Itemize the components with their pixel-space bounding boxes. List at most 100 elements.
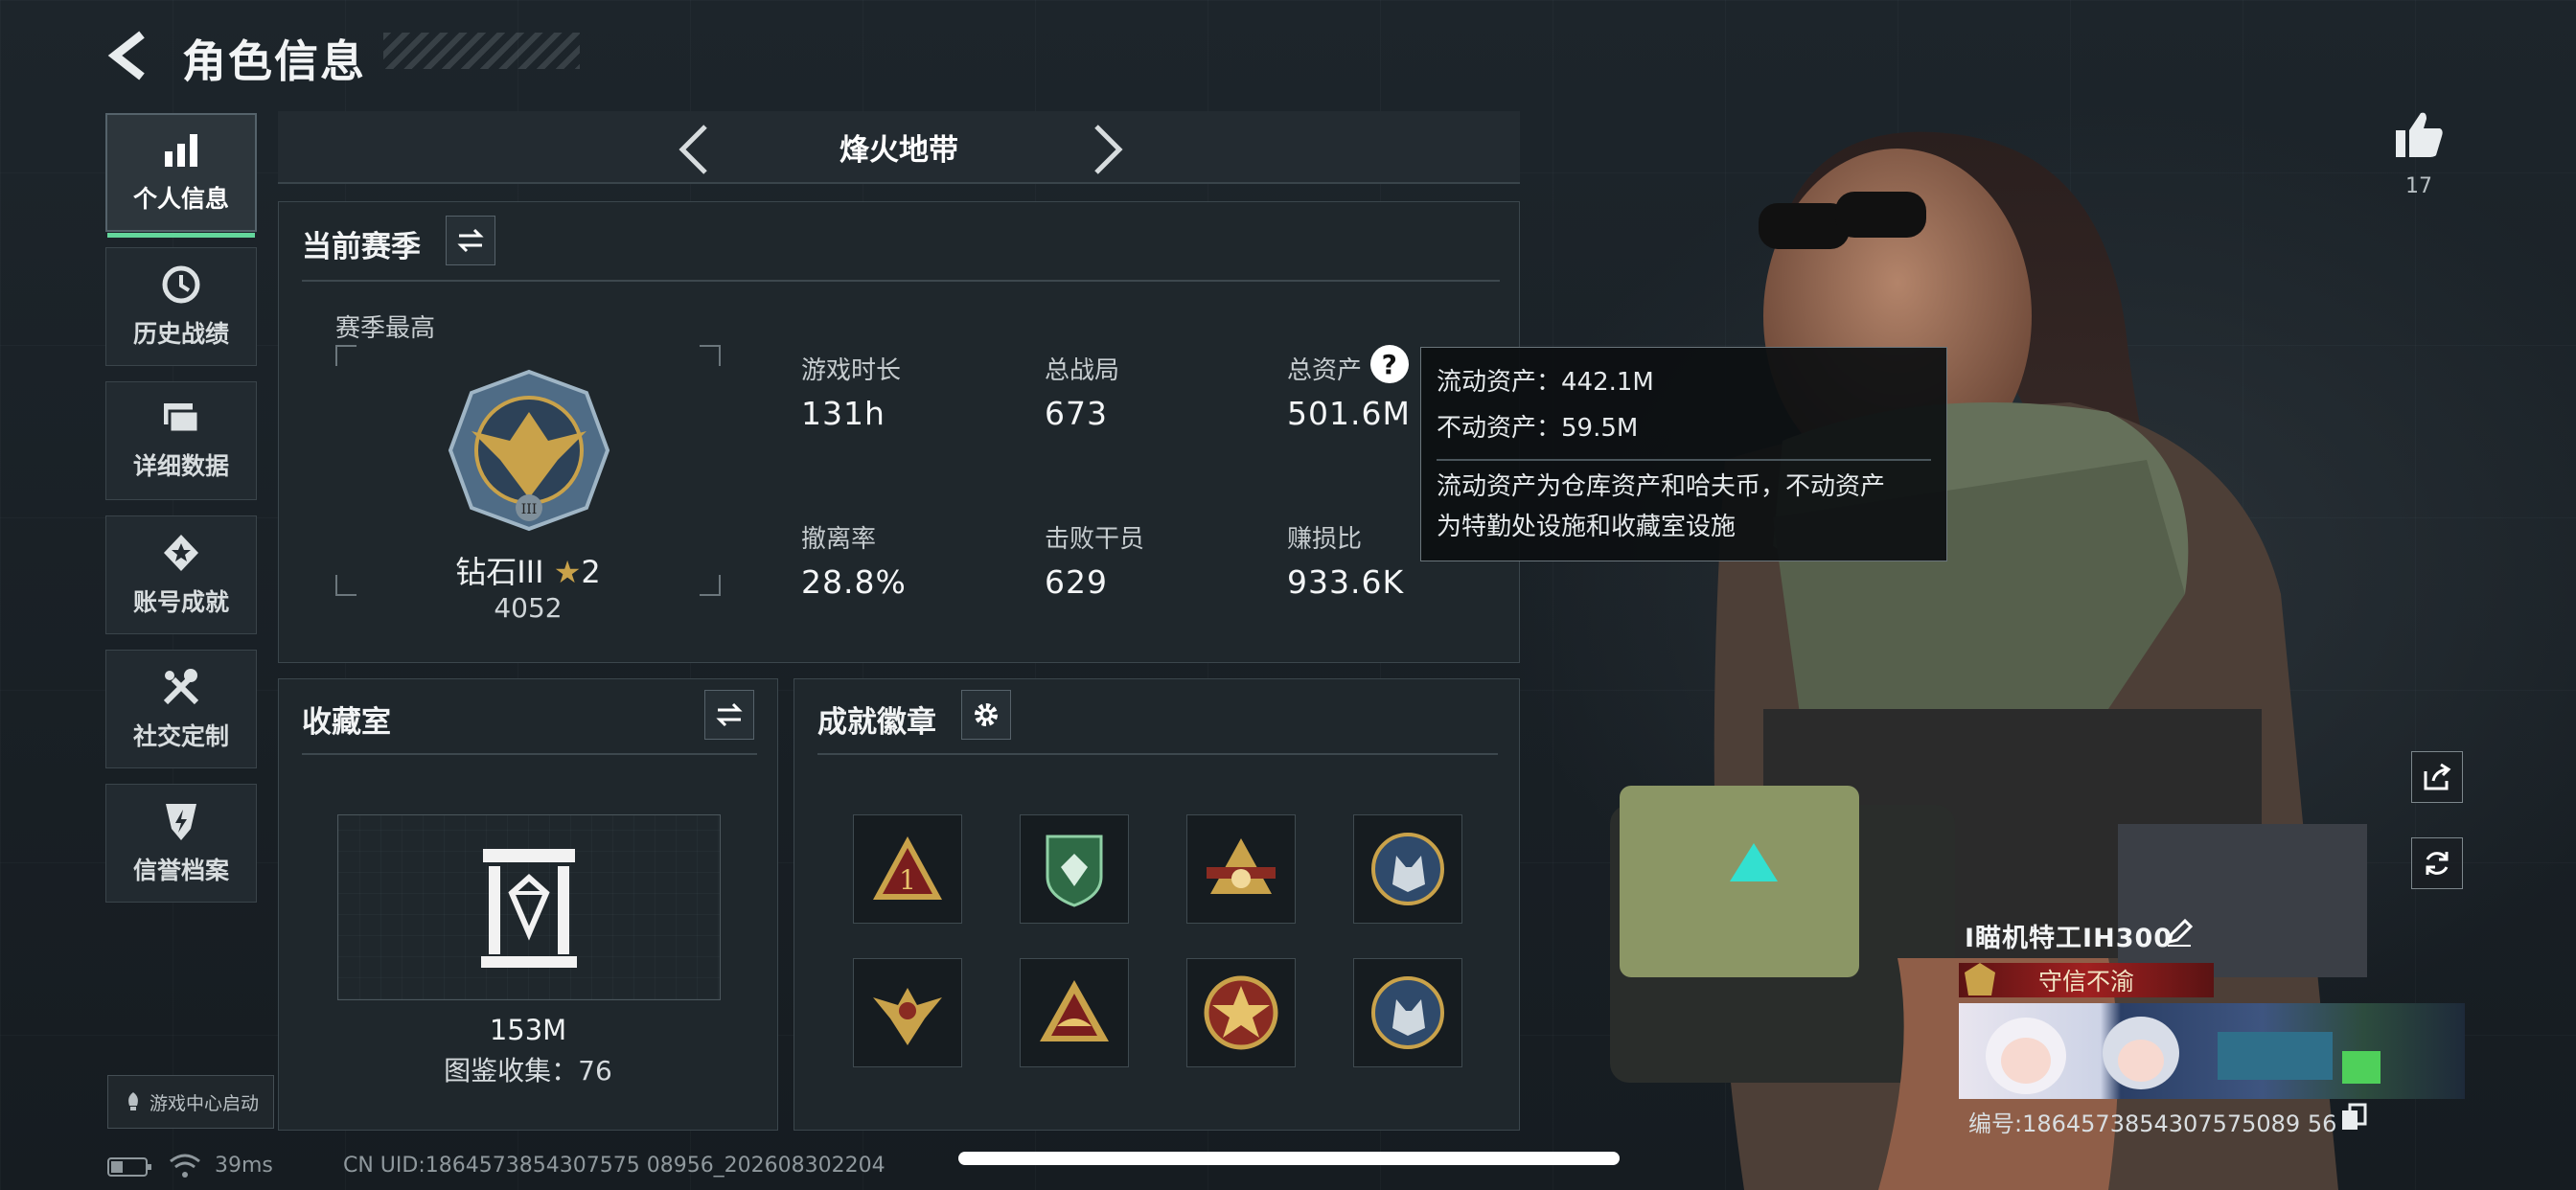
wolf-coin-badge-icon <box>1371 833 1444 905</box>
badge-4[interactable] <box>1353 814 1462 924</box>
player-id: 编号:1864573854307575089 56 <box>1968 1110 2337 1137</box>
player-namecard: I瞄机特工IH300 守信不渝 编号:1864573854307575089 5… <box>1955 915 2465 1137</box>
sidebar-item-achievements[interactable]: 账号成就 <box>105 515 257 634</box>
rocket-icon <box>128 1092 138 1110</box>
badge-6[interactable] <box>1020 958 1129 1067</box>
anime-characters-illustration <box>1986 1017 2380 1094</box>
green-shield-badge-icon <box>1046 835 1103 907</box>
copy-icon[interactable] <box>2340 1103 2367 1132</box>
rank-line: 钻石III ★2 <box>335 548 721 592</box>
badge-2[interactable] <box>1020 814 1129 924</box>
tools-icon <box>163 669 199 705</box>
diamond-rank-emblem: III <box>448 369 610 532</box>
active-indicator <box>107 233 255 238</box>
chevron-right-icon[interactable] <box>1083 121 1131 178</box>
rank-name: 钻石III <box>455 554 544 590</box>
season-title: 当前赛季 <box>302 230 421 264</box>
sidebar-item-label: 历史战绩 <box>132 320 229 348</box>
refresh-button[interactable] <box>2411 837 2463 889</box>
chevron-left-icon[interactable] <box>671 121 719 178</box>
divider <box>817 753 1498 755</box>
tooltip-note: 流动资产为仓库资产和哈夫币，不动资产 为特勤处设施和收藏室设施 <box>1437 459 1931 547</box>
clock-history-icon <box>162 265 200 304</box>
sidebar-item-label: 个人信息 <box>132 185 229 213</box>
sidebar-item-detail-data[interactable]: 详细数据 <box>105 381 257 500</box>
swap-icon <box>457 228 484 253</box>
svg-text:III: III <box>521 502 538 517</box>
asset-tooltip: 流动资产：442.1M 不动资产：59.5M 流动资产为仓库资产和哈夫币，不动资… <box>1420 347 1947 561</box>
tooltip-note-line: 为特勤处设施和收藏室设施 <box>1437 513 1736 541</box>
stat-label: 撤离率 <box>801 525 877 554</box>
collection-swap-button[interactable] <box>704 690 754 740</box>
swap-icon <box>716 702 743 727</box>
collection-value: 153M <box>489 1014 567 1046</box>
sidebar-item-history[interactable]: 历史战绩 <box>105 247 257 366</box>
stat-label: 击败干员 <box>1045 525 1145 554</box>
game-center-launch-button[interactable]: 游戏中心启动 <box>107 1075 274 1129</box>
sidebar-item-credit[interactable]: 信誉档案 <box>105 784 257 903</box>
achievements-title: 成就徽章 <box>817 705 936 740</box>
catalog-count: 图鉴收集：76 <box>444 1055 612 1087</box>
display-case-icon <box>481 849 577 968</box>
divider <box>302 753 757 755</box>
gear-icon <box>975 703 998 726</box>
share-button[interactable] <box>2411 751 2463 803</box>
namecard-banner-image <box>1959 1003 2465 1099</box>
badge-7[interactable] <box>1186 958 1296 1067</box>
eagle-crest-badge-icon <box>873 988 942 1045</box>
star-medal-badge-icon <box>1204 975 1278 1050</box>
wolf-coin-badge-icon <box>1371 976 1444 1049</box>
launch-label: 游戏中心启动 <box>149 1092 259 1114</box>
wifi-icon <box>170 1154 200 1178</box>
edit-pencil-icon[interactable] <box>2164 917 2195 948</box>
page-title: 角色信息 <box>182 35 366 87</box>
thumbs-up-icon[interactable] <box>2392 107 2446 161</box>
hat-triangle-badge-icon <box>1040 980 1109 1041</box>
stat-value: 673 <box>1045 395 1108 432</box>
pyramid-crest-badge-icon <box>1207 838 1276 894</box>
stat-label: 总资产 <box>1287 356 1363 385</box>
sidebar-item-label: 社交定制 <box>132 722 229 750</box>
title-decoration <box>383 33 580 69</box>
stat-value: 933.6K <box>1287 563 1405 601</box>
ping: 39ms <box>215 1154 273 1178</box>
badge-5[interactable] <box>853 958 962 1067</box>
stat-label: 总战局 <box>1045 356 1120 385</box>
season-swap-button[interactable] <box>446 216 495 265</box>
back-arrow-icon[interactable] <box>104 27 161 84</box>
svg-text:1: 1 <box>899 864 916 896</box>
medal-star-icon <box>164 535 198 571</box>
season-best-label: 赛季最高 <box>335 314 436 343</box>
stat-label: 赚损比 <box>1287 525 1363 554</box>
shield-lightning-icon <box>166 804 196 840</box>
mode-title: 烽火地带 <box>840 132 958 168</box>
bar-chart-icon <box>165 134 197 167</box>
achievements-settings-button[interactable] <box>961 690 1011 740</box>
rank-stars: 2 <box>581 554 601 590</box>
tooltip-fixed-assets: 不动资产：59.5M <box>1437 414 1639 443</box>
collection-title: 收藏室 <box>302 705 391 740</box>
honor-emblem-icon <box>1965 963 1995 995</box>
sidebar-item-personal-info[interactable]: 个人信息 <box>105 113 257 238</box>
badge-3[interactable] <box>1186 814 1296 924</box>
stat-value: 629 <box>1045 563 1108 601</box>
folder-icon <box>164 403 200 434</box>
like-count: 17 <box>2405 174 2432 198</box>
divider <box>302 280 1500 282</box>
mode-selector: 烽火地带 <box>278 111 1520 184</box>
player-name: I瞄机特工IH300 <box>1965 924 2174 953</box>
sidebar-item-label: 信誉档案 <box>132 857 229 884</box>
stat-label: 游戏时长 <box>801 356 902 385</box>
tooltip-liquid-assets: 流动资产：442.1M <box>1437 368 1654 397</box>
badge-8[interactable] <box>1353 958 1462 1067</box>
sidebar-item-social[interactable]: 社交定制 <box>105 650 257 768</box>
rank-score: 4052 <box>494 592 563 624</box>
stat-value: 28.8% <box>801 563 907 601</box>
share-icon <box>2424 763 2451 790</box>
home-indicator[interactable] <box>958 1152 1620 1165</box>
sidebar-item-label: 详细数据 <box>132 452 229 480</box>
badge-1[interactable]: 1 <box>853 814 962 924</box>
refresh-icon <box>2426 852 2449 875</box>
star-icon: ★ <box>553 554 582 590</box>
stat-value: 131h <box>801 395 886 432</box>
